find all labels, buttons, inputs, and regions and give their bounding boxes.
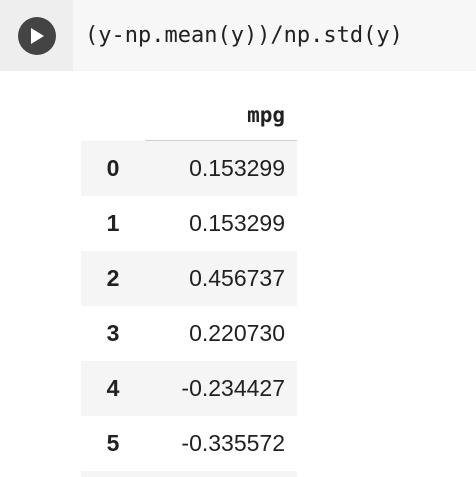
table-row: 4 -0.234427 [81, 360, 297, 416]
dataframe-table: mpg 0 0.153299 1 0.153299 2 0.456737 3 0… [81, 90, 297, 477]
index-header [81, 90, 145, 141]
cell-value: -0.234427 [181, 374, 285, 401]
column-header-mpg: mpg [145, 90, 297, 141]
code-editor[interactable]: (y-np.mean(y))/np.std(y) [73, 0, 476, 71]
play-icon [30, 27, 44, 44]
table-row: 3 0.220730 [81, 305, 297, 361]
table-row: 2 0.456737 [81, 250, 297, 306]
table-row: 1 0.153299 [81, 195, 297, 251]
notebook-cell: (y-np.mean(y))/np.std(y) mpg 0 0.153299 … [0, 0, 476, 477]
row-index: 5 [106, 429, 120, 456]
row-index: 4 [106, 374, 120, 401]
run-cell-button[interactable] [17, 16, 56, 55]
row-index: 3 [106, 319, 120, 346]
code-cell-input: (y-np.mean(y))/np.std(y) [0, 0, 476, 71]
table-row: 0 0.153299 [81, 140, 297, 196]
table-header-row: mpg [81, 90, 297, 141]
cell-value: -0.335572 [181, 429, 285, 456]
cell-value: 0.153299 [189, 154, 285, 181]
cell-value: 0.456737 [189, 264, 285, 291]
row-index: 0 [106, 154, 120, 181]
row-index: 2 [106, 264, 120, 291]
cell-value: 0.220730 [189, 319, 285, 346]
cell-gutter [0, 0, 73, 71]
table-row-partial [81, 470, 297, 477]
table-row: 5 -0.335572 [81, 415, 297, 471]
row-index: 1 [106, 209, 120, 236]
cell-value: 0.153299 [189, 209, 285, 236]
cell-output: mpg 0 0.153299 1 0.153299 2 0.456737 3 0… [81, 90, 297, 477]
